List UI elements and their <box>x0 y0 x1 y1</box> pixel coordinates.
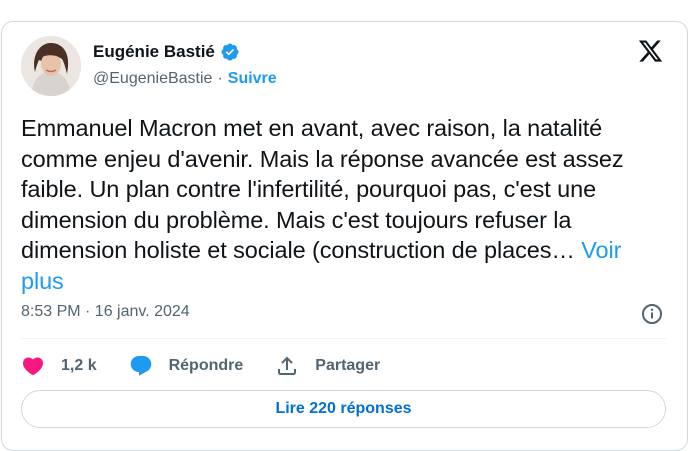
reply-bubble-icon <box>130 356 151 376</box>
share-button[interactable]: Partager <box>275 354 380 378</box>
like-button[interactable]: 1,2 k <box>21 354 97 378</box>
heart-icon <box>22 357 44 376</box>
reply-label: Répondre <box>168 357 244 374</box>
share-label: Partager <box>315 357 381 374</box>
author-name-row: Eugénie Bastié <box>93 42 240 62</box>
divider <box>21 338 666 339</box>
avatar[interactable] <box>21 36 81 96</box>
x-logo-icon[interactable] <box>637 38 664 64</box>
info-icon[interactable] <box>640 302 664 326</box>
tweet-body: Emmanuel Macron met en avant, avec raiso… <box>21 115 624 263</box>
avatar-image <box>21 36 81 96</box>
author-handle-row: @EugenieBastie · Suivre <box>93 70 277 88</box>
share-icon <box>278 356 297 375</box>
verified-badge-icon <box>221 43 239 61</box>
author-name[interactable]: Eugénie Bastié <box>93 42 215 62</box>
handle-separator: · <box>217 70 223 87</box>
read-replies-button[interactable]: Lire 220 réponses <box>21 390 666 428</box>
tweet-timestamp[interactable]: 8:53 PM · 16 janv. 2024 <box>21 303 190 321</box>
tweet-actions: 1,2 k Répondre Partager <box>21 354 412 378</box>
reply-button[interactable]: Répondre <box>129 354 244 378</box>
like-count: 1,2 k <box>61 357 97 374</box>
tweet-text: Emmanuel Macron met en avant, avec raiso… <box>21 113 666 296</box>
follow-button[interactable]: Suivre <box>228 70 277 88</box>
author-handle[interactable]: @EugenieBastie <box>93 70 212 88</box>
